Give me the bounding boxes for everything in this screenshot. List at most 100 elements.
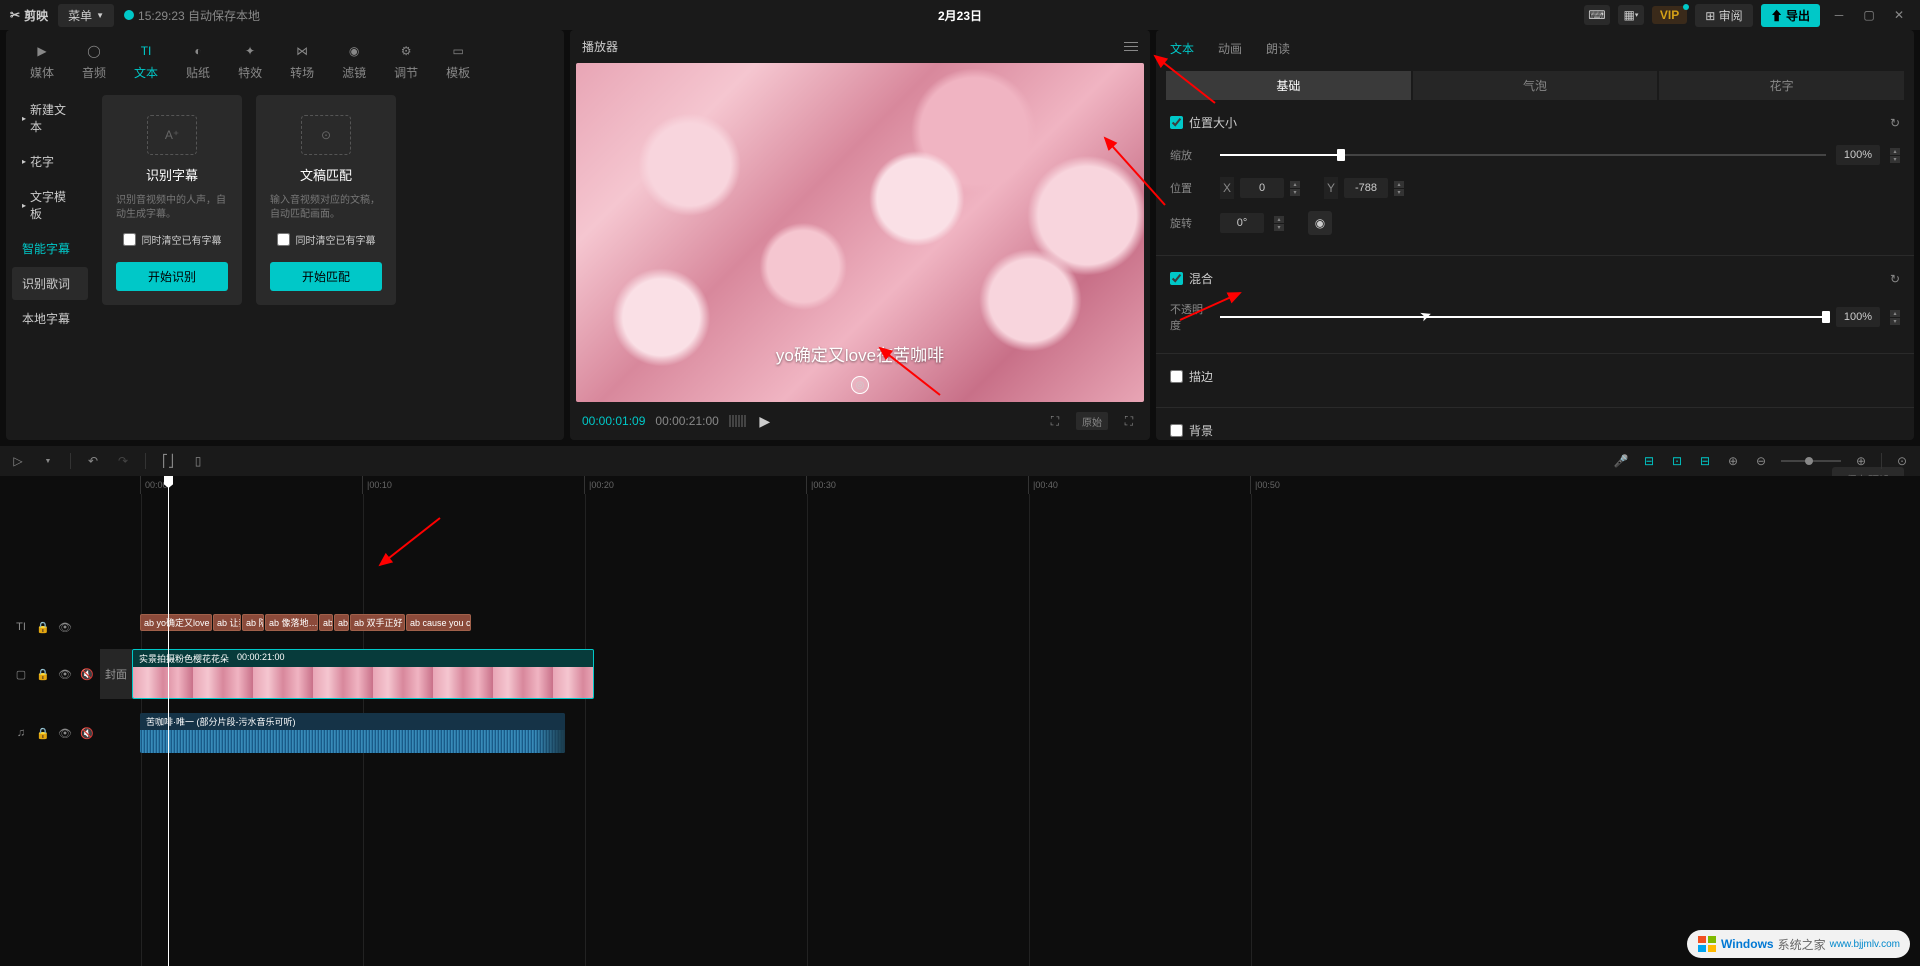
x-value[interactable]: 0 <box>1240 178 1284 198</box>
y-value[interactable]: -788 <box>1344 178 1388 198</box>
preview-icon[interactable]: ⊟ <box>1697 453 1713 469</box>
sub-tab-花字[interactable]: 花字 <box>1659 71 1904 100</box>
rotate-stepper[interactable]: ▴▾ <box>1274 216 1284 231</box>
player-menu-icon[interactable] <box>1124 42 1138 51</box>
eye-icon[interactable]: 👁 <box>58 667 72 681</box>
card-checkbox[interactable]: 同时清空已有字幕 <box>277 232 376 247</box>
sidebar-item[interactable]: 识别歌词 <box>12 267 88 300</box>
link-icon[interactable]: ⊡ <box>1669 453 1685 469</box>
text-clip[interactable]: ab 让我 <box>213 614 241 631</box>
card-action-button[interactable]: 开始识别 <box>116 262 228 291</box>
shortcut-icon[interactable]: ⌨ <box>1584 5 1610 25</box>
transform-handle-icon[interactable]: ◎ <box>851 376 869 394</box>
right-tab-朗读[interactable]: 朗读 <box>1266 40 1290 63</box>
maximize-icon[interactable]: ▢ <box>1858 4 1880 26</box>
sidebar-item[interactable]: 智能字幕 <box>12 232 88 265</box>
scale-value[interactable]: 100% <box>1836 145 1880 165</box>
layout-icon[interactable]: ▦▾ <box>1618 5 1644 25</box>
ratio-button[interactable]: 原始 <box>1076 412 1108 430</box>
tab-音频[interactable]: ◯音频 <box>68 36 120 87</box>
rotate-value[interactable]: 0° <box>1220 213 1264 233</box>
right-tab-文本[interactable]: 文本 <box>1170 40 1194 63</box>
scale-slider[interactable] <box>1220 154 1826 156</box>
close-icon[interactable]: ✕ <box>1888 4 1910 26</box>
mic-icon[interactable]: 🎤 <box>1613 453 1629 469</box>
eye-icon[interactable]: 👁 <box>58 726 72 740</box>
tab-贴纸[interactable]: ◐贴纸 <box>172 36 224 87</box>
tab-媒体[interactable]: ▶媒体 <box>16 36 68 87</box>
tab-滤镜[interactable]: ◉滤镜 <box>328 36 380 87</box>
playhead[interactable] <box>168 476 169 966</box>
tab-调节[interactable]: ⚙调节 <box>380 36 432 87</box>
stroke-toggle[interactable] <box>1170 370 1183 383</box>
vip-button[interactable]: VIP <box>1652 6 1687 24</box>
snap-icon[interactable]: ⊟ <box>1641 453 1657 469</box>
select-dropdown-icon[interactable]: ▼ <box>40 453 56 469</box>
blend-toggle[interactable] <box>1170 272 1183 285</box>
align-icon[interactable]: ⊕ <box>1725 453 1741 469</box>
subtitle-overlay[interactable]: yo确定又love在苦咖啡 <box>776 341 944 366</box>
fullscreen-icon[interactable]: ⛶ <box>1120 412 1138 430</box>
redo-icon[interactable]: ↷ <box>115 453 131 469</box>
background-toggle[interactable] <box>1170 424 1183 437</box>
export-button[interactable]: ⬆ 导出 <box>1761 4 1820 27</box>
lock-icon[interactable]: 🔒 <box>36 667 50 681</box>
text-clip[interactable]: ab 像落地… <box>265 614 318 631</box>
position-size-toggle[interactable] <box>1170 116 1183 129</box>
text-clip[interactable]: ab yo确定又love <box>140 614 212 631</box>
opacity-stepper[interactable]: ▴▾ <box>1890 310 1900 325</box>
text-clip[interactable]: ab i <box>319 614 333 631</box>
y-stepper[interactable]: ▴▾ <box>1394 181 1404 196</box>
sidebar-item[interactable]: ▸ 新建文本 <box>12 93 88 143</box>
sidebar-item[interactable]: 本地字幕 <box>12 302 88 335</box>
zoom-out-icon[interactable]: ⊖ <box>1753 453 1769 469</box>
tab-模板[interactable]: ▭模板 <box>432 36 484 87</box>
timeline-area[interactable]: 00:00|00:10|00:20|00:30|00:40|00:50 TI 🔒… <box>0 476 1920 966</box>
play-icon[interactable]: ▶ <box>756 412 774 430</box>
text-clip[interactable]: ab … <box>334 614 349 631</box>
resolution-bars-icon[interactable] <box>729 415 746 427</box>
card-action-button[interactable]: 开始匹配 <box>270 262 382 291</box>
opacity-slider[interactable] <box>1220 316 1826 318</box>
player-viewport[interactable]: yo确定又love在苦咖啡 ◎ <box>576 63 1144 402</box>
mute-icon[interactable]: 🔇 <box>80 667 94 681</box>
opacity-value[interactable]: 100% <box>1836 307 1880 327</box>
menu-button[interactable]: 菜单▼ <box>58 4 114 27</box>
rotate-dial-icon[interactable]: ◉ <box>1308 211 1332 235</box>
undo-icon[interactable]: ↶ <box>85 453 101 469</box>
sidebar-item[interactable]: ▸ 花字 <box>12 145 88 178</box>
zoom-slider[interactable] <box>1781 460 1841 462</box>
review-button[interactable]: ⊞ 审阅 <box>1695 4 1752 27</box>
split-icon[interactable]: ⎡⎦ <box>160 453 176 469</box>
right-tab-动画[interactable]: 动画 <box>1218 40 1242 63</box>
player-panel: 播放器 yo确定又love在苦咖啡 ◎ 00:00:01:09 00:00:21… <box>570 30 1150 440</box>
sub-tab-基础[interactable]: 基础 <box>1166 71 1411 100</box>
video-clip[interactable]: 实景拍摄粉色樱花花朵 00:00:21:00 <box>132 649 594 699</box>
sidebar-item[interactable]: ▸ 文字模板 <box>12 180 88 230</box>
card-checkbox[interactable]: 同时清空已有字幕 <box>123 232 222 247</box>
lock-icon[interactable]: 🔒 <box>36 620 50 634</box>
x-stepper[interactable]: ▴▾ <box>1290 181 1300 196</box>
mute-icon[interactable]: 🔇 <box>80 726 94 740</box>
delete-icon[interactable]: ▯ <box>190 453 206 469</box>
tab-转场[interactable]: ⋈转场 <box>276 36 328 87</box>
audio-clip[interactable]: 苦咖啡·唯一 (部分片段-污水音乐可听) <box>140 713 565 753</box>
scale-stepper[interactable]: ▴▾ <box>1890 148 1900 163</box>
reset-blend-icon[interactable]: ↻ <box>1890 272 1900 286</box>
fit-icon[interactable]: ⊙ <box>1894 453 1910 469</box>
crop-icon[interactable]: ⛶ <box>1046 412 1064 430</box>
tab-文本[interactable]: TI文本 <box>120 36 172 87</box>
text-clip[interactable]: ab 双手正好 <box>350 614 405 631</box>
cover-button[interactable]: 封面 <box>100 649 132 699</box>
select-tool-icon[interactable]: ▷ <box>10 453 26 469</box>
text-clip[interactable]: ab cause you c <box>406 614 471 631</box>
zoom-in-icon[interactable]: ⊕ <box>1853 453 1869 469</box>
ruler-mark: |00:30 <box>806 476 836 494</box>
text-clip[interactable]: ab 陪 <box>242 614 264 631</box>
sub-tab-气泡[interactable]: 气泡 <box>1413 71 1658 100</box>
reset-icon[interactable]: ↻ <box>1890 116 1900 130</box>
tab-特效[interactable]: ✦特效 <box>224 36 276 87</box>
eye-icon[interactable]: 👁 <box>58 620 72 634</box>
lock-icon[interactable]: 🔒 <box>36 726 50 740</box>
minimize-icon[interactable]: ─ <box>1828 4 1850 26</box>
